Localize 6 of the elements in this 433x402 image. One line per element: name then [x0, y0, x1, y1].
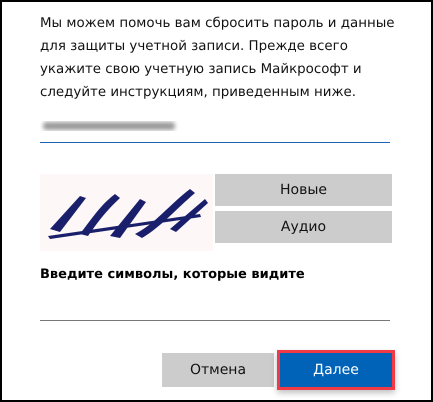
captcha-option-button[interactable]: Аудио	[215, 211, 392, 243]
captcha-label: Введите символы, которые видите	[40, 267, 305, 282]
cancel-button[interactable]: Отмена	[162, 353, 274, 387]
instruction-text: Мы можем помочь вам сбросить пароль и данные для защиты учетной записи. Прежде всего укажите свою учетную запись Майкрософт и следуйте инструкциям, приведенным ниже.	[40, 15, 396, 102]
next-button[interactable]: Далее	[280, 353, 392, 387]
captcha-option-button[interactable]: Новые	[215, 174, 392, 206]
